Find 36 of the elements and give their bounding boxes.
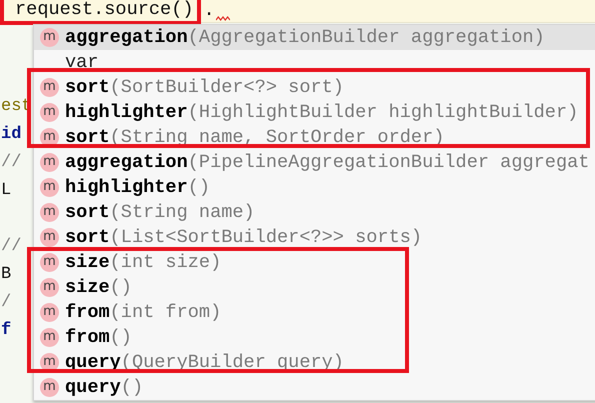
completion-item[interactable]: m size(int size) <box>34 250 595 275</box>
completion-item[interactable]: m sort(SortBuilder<?> sort) <box>34 75 595 100</box>
completion-item[interactable]: m aggregation(PipelineAggregationBuilder aggregat <box>34 150 595 175</box>
method-icon: m <box>40 103 59 122</box>
completion-item[interactable]: m sort(String name) <box>34 200 595 225</box>
method-icon: m <box>40 153 59 172</box>
method-icon: m <box>40 78 59 97</box>
code-text: // <box>1 153 22 172</box>
code-text: request.source() <box>15 0 194 20</box>
code-text: f <box>1 321 12 340</box>
completion-item[interactable]: m highlighter() <box>34 175 595 200</box>
method-icon: m <box>40 303 59 322</box>
code-text: // <box>1 237 22 256</box>
method-icon: m <box>40 228 59 247</box>
completion-item[interactable]: m size() <box>34 275 595 300</box>
completion-item[interactable]: m from() <box>34 325 595 350</box>
completion-item[interactable]: m highlighter(HighlightBuilder highlightBuilder) <box>34 100 595 125</box>
completion-item[interactable]: m sort(List<SortBuilder<?>> sorts) <box>34 225 595 250</box>
method-icon: m <box>40 178 59 197</box>
code-text: . <box>204 0 215 22</box>
method-icon: m <box>40 253 59 272</box>
method-icon: m <box>40 28 59 47</box>
completion-item[interactable]: m sort(String name, SortOrder order) <box>34 125 595 150</box>
completion-item[interactable]: m from(int from) <box>34 300 595 325</box>
error-squiggle-icon <box>216 16 230 20</box>
code-text: id <box>1 125 22 144</box>
method-icon: m <box>40 378 59 397</box>
completion-item[interactable]: m query() <box>34 375 595 400</box>
method-icon: m <box>40 278 59 297</box>
code-text: B <box>1 265 12 284</box>
completion-item[interactable]: var <box>34 50 595 75</box>
code-text: / <box>1 293 12 312</box>
completion-item[interactable]: m aggregation(AggregationBuilder aggregation) <box>34 25 595 50</box>
method-icon: m <box>40 328 59 347</box>
method-icon: m <box>40 203 59 222</box>
code-text: L <box>1 181 12 200</box>
